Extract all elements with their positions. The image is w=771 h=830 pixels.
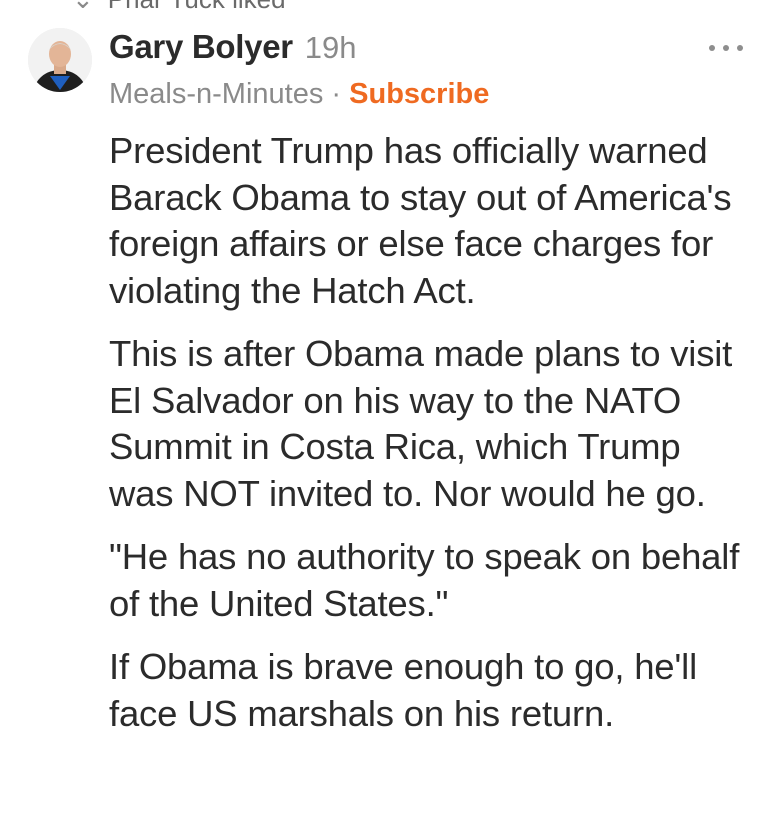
publication-line: Meals-n-Minutes · Subscribe (109, 78, 489, 111)
more-dot (709, 45, 715, 51)
post-paragraph: "He has no authority to speak on behalf … (109, 536, 740, 624)
chevron-icon: ⌄ (72, 0, 94, 15)
author-name[interactable]: Gary Bolyer (109, 28, 293, 66)
publication-name[interactable]: Meals-n-Minutes (109, 78, 323, 110)
post-time: 19h (304, 30, 357, 65)
more-options-icon[interactable] (709, 42, 743, 54)
liked-by-text: Phar Tuck liked (108, 0, 286, 14)
subscribe-button[interactable]: Subscribe (349, 78, 489, 110)
more-dot (723, 45, 729, 51)
post-paragraph: This is after Obama made plans to visit … (109, 333, 733, 514)
separator-dot: · (331, 78, 342, 110)
post-page: ⌄ Phar Tuck liked Gary Bolyer 19h Meals-n… (0, 0, 771, 830)
post-body: President Trump has officially warned Ba… (109, 128, 749, 754)
post-paragraph: President Trump has officially warned Ba… (109, 130, 732, 311)
avatar[interactable] (28, 28, 92, 92)
post-paragraph: If Obama is brave enough to go, he'll fa… (109, 646, 697, 734)
activity-context[interactable]: ⌄ Phar Tuck liked (72, 0, 286, 15)
post-header: Gary Bolyer 19h (109, 28, 741, 72)
avatar-image (28, 28, 92, 92)
more-dot (737, 45, 743, 51)
